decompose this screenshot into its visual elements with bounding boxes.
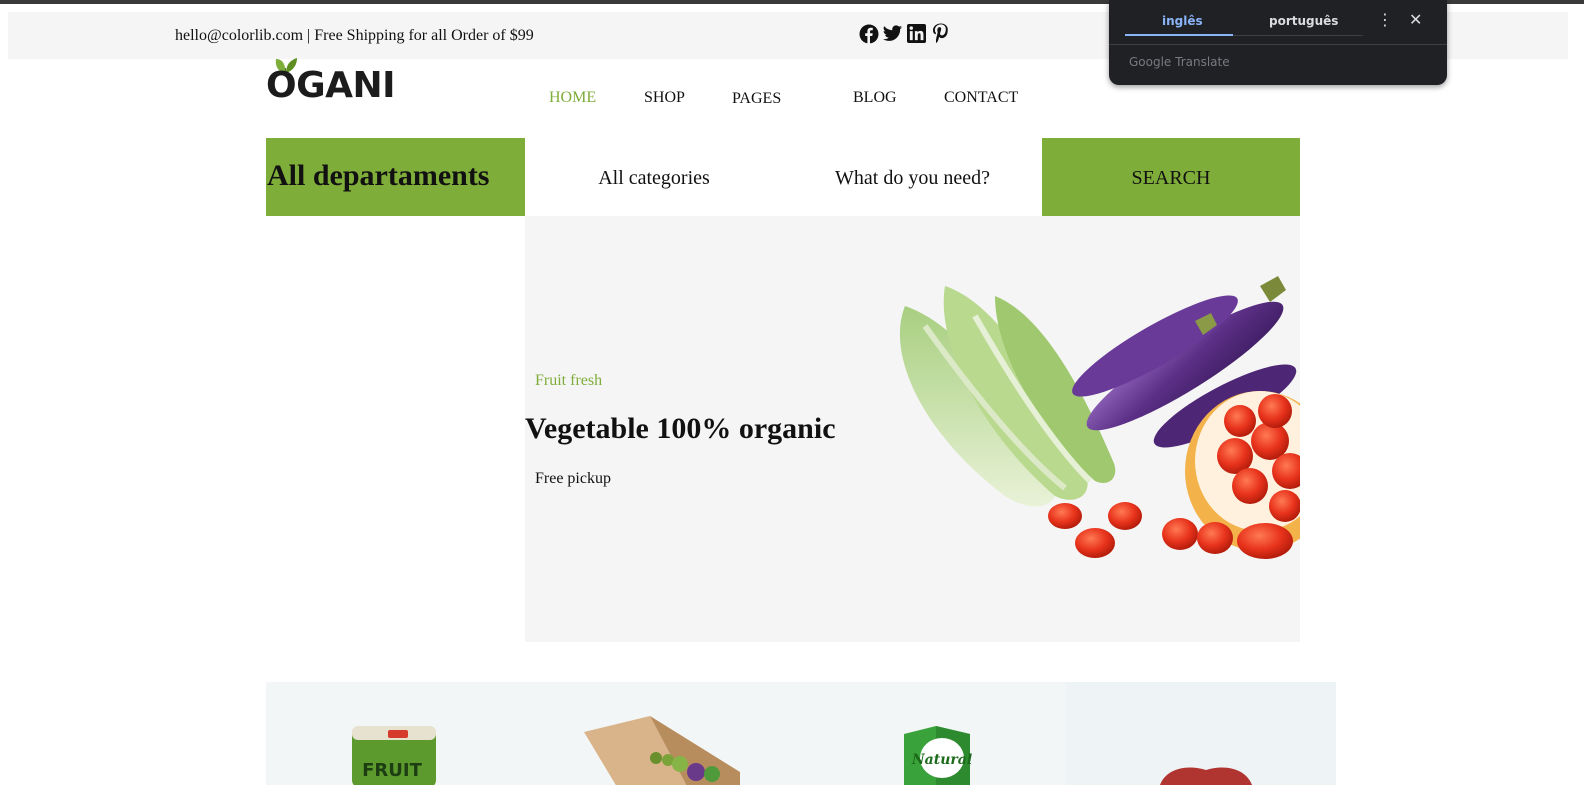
fruit-pack-image[interactable]: FRUIT bbox=[350, 722, 440, 785]
google-translate-brand: Google Translate bbox=[1129, 55, 1230, 69]
hero-banner: Fruit fresh Vegetable 100% organic Free … bbox=[525, 216, 1300, 642]
google-translate-popup: inglês português ⋮ ✕ Google Translate bbox=[1109, 0, 1447, 85]
grocery-bag-image[interactable] bbox=[580, 712, 740, 785]
nav-blog[interactable]: BLOG bbox=[853, 89, 897, 107]
translate-tab-source[interactable]: inglês bbox=[1162, 14, 1203, 28]
nav-contact[interactable]: CONTACT bbox=[944, 89, 1018, 107]
site-logo[interactable]: OGANI bbox=[266, 56, 396, 106]
popup-divider bbox=[1109, 44, 1447, 45]
inactive-tab-line bbox=[1233, 35, 1363, 36]
twitter-icon[interactable] bbox=[882, 23, 903, 44]
search-input[interactable]: What do you need? bbox=[783, 138, 1042, 216]
juice-box-image[interactable]: Natural bbox=[896, 724, 978, 785]
category-strip: FRUIT Natural bbox=[266, 682, 1336, 785]
hero-tag: Fruit fresh bbox=[535, 372, 603, 389]
facebook-icon[interactable] bbox=[858, 23, 879, 44]
all-categories-select[interactable]: All categories bbox=[525, 138, 783, 216]
nav-shop[interactable]: SHOP bbox=[644, 89, 685, 107]
social-links bbox=[858, 23, 951, 44]
svg-text:FRUIT: FRUIT bbox=[362, 760, 422, 781]
nav-home[interactable]: HOME bbox=[549, 89, 596, 107]
pinterest-icon[interactable] bbox=[930, 23, 951, 44]
all-departments-button[interactable]: All departaments bbox=[266, 138, 525, 216]
logo-text: OGANI bbox=[266, 65, 396, 106]
close-icon[interactable]: ✕ bbox=[1409, 10, 1422, 29]
linkedin-icon[interactable] bbox=[906, 23, 927, 44]
nav-pages[interactable]: PAGES bbox=[732, 90, 781, 108]
all-departments-label: All departaments bbox=[267, 159, 490, 192]
vegetables-image bbox=[899, 276, 1300, 559]
active-tab-indicator bbox=[1125, 34, 1233, 36]
svg-text:Natural: Natural bbox=[911, 752, 972, 768]
hero-title: Vegetable 100% organic bbox=[525, 412, 836, 445]
translate-tab-target[interactable]: português bbox=[1269, 14, 1338, 28]
hero-subtitle: Free pickup bbox=[535, 470, 611, 487]
header-info-text: hello@colorlib.com | Free Shipping for a… bbox=[175, 27, 534, 44]
meat-image[interactable] bbox=[1156, 764, 1256, 785]
search-button[interactable]: SEARCH bbox=[1042, 138, 1300, 216]
more-options-icon[interactable]: ⋮ bbox=[1377, 10, 1393, 29]
